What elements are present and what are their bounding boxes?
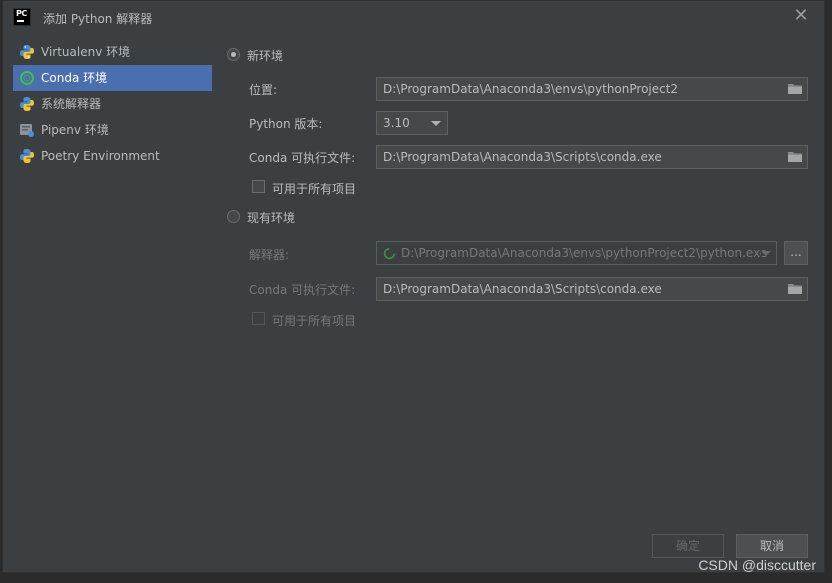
location-field[interactable]: D:\ProgramData\Anaconda3\envs\pythonProj…: [376, 77, 808, 101]
interpreter-value: D:\ProgramData\Anaconda3\envs\pythonProj…: [401, 246, 768, 260]
python-icon: [20, 149, 34, 163]
sidebar-item-label: 系统解释器: [41, 97, 102, 111]
conda-icon: [20, 71, 34, 85]
close-icon[interactable]: ✕: [792, 7, 810, 25]
sidebar-item-label: Virtualenv 环境: [41, 45, 131, 59]
sidebar-item-label: Conda 环境: [41, 71, 108, 85]
chevron-down-icon: [431, 121, 441, 126]
existing-conda-executable-field[interactable]: D:\ProgramData\Anaconda3\Scripts\conda.e…: [376, 277, 808, 301]
csdn-watermark: CSDN @disccutter: [698, 557, 816, 573]
add-python-interpreter-dialog: PC 添加 Python 解释器 ✕ Virtualenv 环境 Conda 环…: [2, 0, 825, 573]
python-version-value: 3.10: [383, 116, 410, 130]
logo-text: PC: [16, 9, 27, 18]
sidebar-item-label: Pipenv 环境: [41, 123, 109, 137]
new-env-all-projects-checkbox[interactable]: [252, 180, 265, 193]
conda-executable-field[interactable]: D:\ProgramData\Anaconda3\Scripts\conda.e…: [376, 145, 808, 169]
conda-executable-value: D:\ProgramData\Anaconda3\Scripts\conda.e…: [383, 150, 662, 164]
pycharm-logo-icon: PC: [13, 8, 31, 26]
background-strip: [0, 573, 832, 583]
dialog-title: 添加 Python 解释器: [43, 12, 153, 26]
conda-executable-label: Conda 可执行文件:: [249, 151, 356, 165]
title-bar: PC 添加 Python 解释器 ✕: [3, 1, 824, 33]
python-version-dropdown[interactable]: 3.10: [376, 111, 448, 135]
sidebar-item-poetry[interactable]: Poetry Environment: [13, 143, 212, 169]
new-environment-radio[interactable]: [227, 48, 240, 61]
existing-environment-radio[interactable]: [227, 210, 240, 223]
pipenv-icon: [20, 124, 34, 137]
existing-conda-executable-label: Conda 可执行文件:: [249, 283, 356, 297]
chevron-down-icon: [761, 251, 771, 256]
interpreter-label: 解释器:: [249, 248, 290, 262]
existing-env-all-projects-label: 可用于所有项目: [272, 314, 357, 328]
ok-button[interactable]: 确定: [652, 534, 724, 558]
sidebar-item-pipenv[interactable]: Pipenv 环境: [13, 117, 212, 143]
existing-env-all-projects-checkbox[interactable]: [252, 312, 265, 325]
sidebar-item-virtualenv[interactable]: Virtualenv 环境: [13, 39, 212, 65]
sidebar-item-system-interpreter[interactable]: 系统解释器: [13, 91, 212, 117]
python-version-label: Python 版本:: [249, 117, 323, 131]
cancel-button[interactable]: 取消: [736, 534, 808, 558]
interpreter-type-list: Virtualenv 环境 Conda 环境 系统解释器 Pipenv 环境 P…: [13, 39, 212, 169]
folder-icon[interactable]: [787, 282, 803, 296]
python-icon: [20, 97, 34, 111]
interpreter-dropdown[interactable]: D:\ProgramData\Anaconda3\envs\pythonProj…: [376, 241, 777, 265]
sidebar-item-conda[interactable]: Conda 环境: [13, 65, 212, 91]
location-label: 位置:: [249, 83, 278, 97]
python-icon: [20, 45, 34, 59]
location-value: D:\ProgramData\Anaconda3\envs\pythonProj…: [383, 82, 679, 96]
new-env-all-projects-label: 可用于所有项目: [272, 182, 357, 196]
existing-environment-label: 现有环境: [247, 211, 296, 225]
existing-conda-executable-value: D:\ProgramData\Anaconda3\Scripts\conda.e…: [383, 282, 662, 296]
loading-spinner-icon: [383, 247, 396, 260]
new-environment-label: 新环境: [247, 49, 284, 63]
folder-icon[interactable]: [787, 150, 803, 164]
folder-icon[interactable]: [787, 82, 803, 96]
browse-interpreter-button[interactable]: ...: [784, 241, 808, 265]
sidebar-item-label: Poetry Environment: [41, 149, 160, 163]
